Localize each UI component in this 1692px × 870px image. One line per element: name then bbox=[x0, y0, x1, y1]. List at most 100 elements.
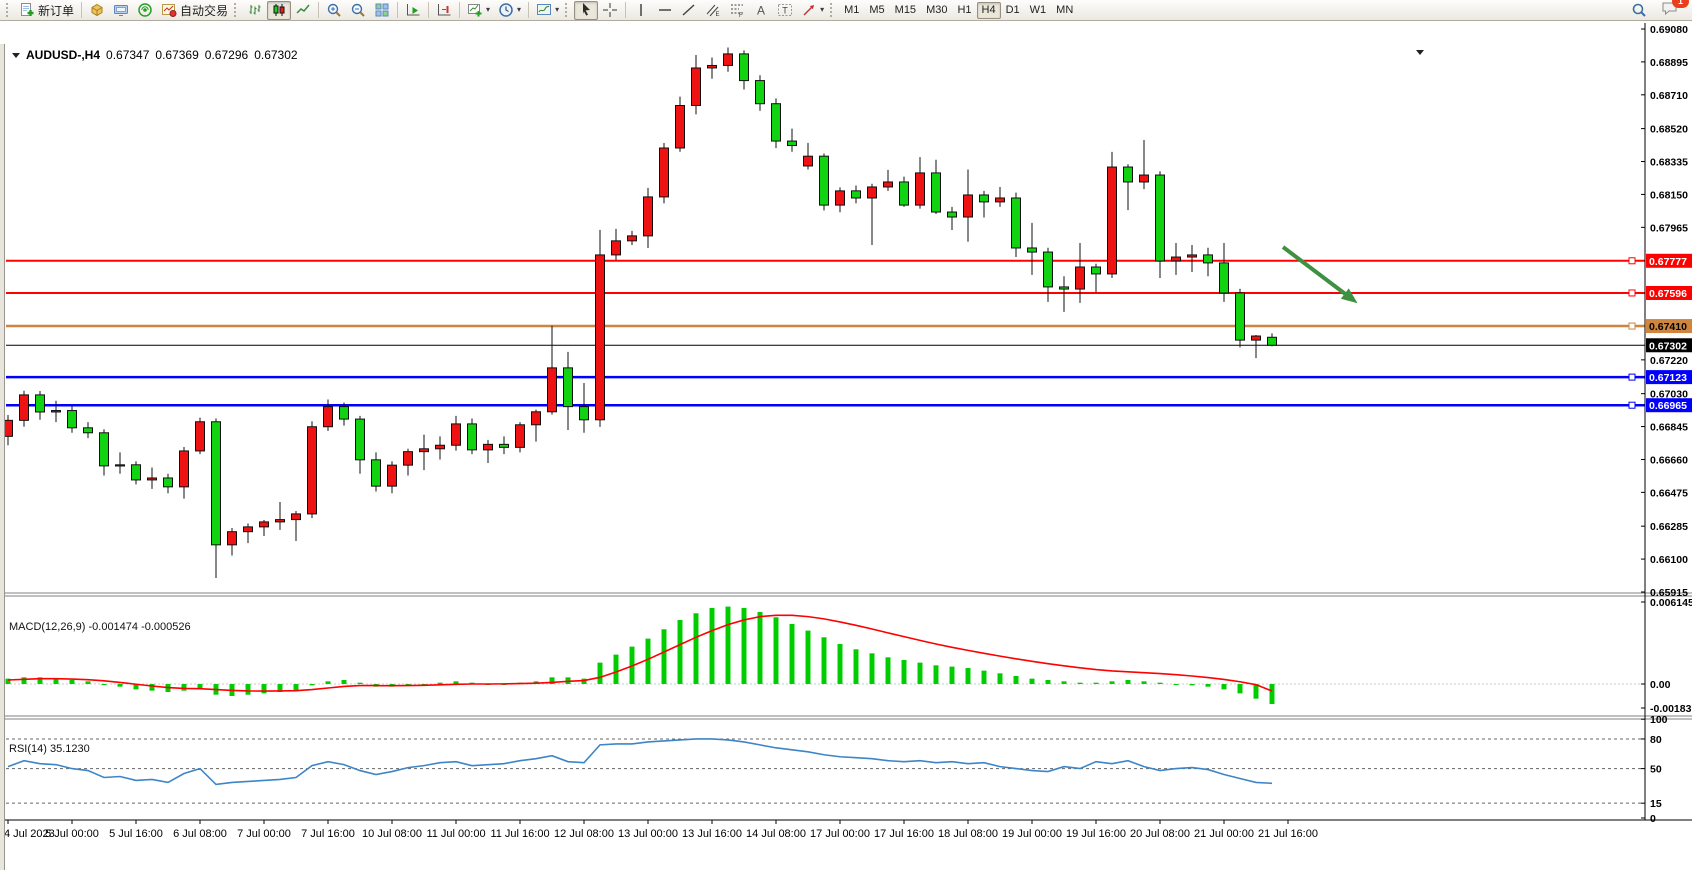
search-icon bbox=[1631, 2, 1647, 18]
new-order-label: 新订单 bbox=[38, 2, 74, 19]
candlestick-icon bbox=[271, 2, 287, 18]
macd-axis-label: -0.001837 bbox=[1650, 703, 1692, 715]
clock-icon bbox=[498, 2, 514, 18]
date-axis-label: 13 Jul 00:00 bbox=[618, 828, 678, 840]
timeframe-h4-button[interactable]: H4 bbox=[977, 2, 1001, 19]
date-axis-label: 11 Jul 16:00 bbox=[490, 828, 549, 840]
text-tool-button[interactable]: A bbox=[749, 1, 773, 20]
chart-symbol-period: AUDUSD-,H4 bbox=[26, 48, 100, 62]
auto-scroll-icon bbox=[405, 2, 421, 18]
macd-histogram-bar bbox=[1174, 684, 1179, 685]
toolbar-separator bbox=[528, 2, 529, 18]
chart-high-value: 0.67369 bbox=[155, 48, 198, 62]
zoom-in-button[interactable] bbox=[322, 1, 346, 20]
candle-body bbox=[436, 445, 445, 449]
macd-histogram-bar bbox=[982, 671, 987, 684]
line-handle-marker[interactable] bbox=[1629, 402, 1635, 408]
timeframe-m5-button[interactable]: M5 bbox=[864, 2, 889, 19]
macd-histogram-bar bbox=[918, 663, 923, 684]
macd-histogram-bar bbox=[934, 665, 939, 684]
candle-body bbox=[388, 465, 397, 486]
candle-body bbox=[84, 428, 93, 433]
trendline-tool-button[interactable] bbox=[677, 1, 701, 20]
notification-badge[interactable]: 1 bbox=[1672, 0, 1689, 8]
candlestick-mode-button[interactable] bbox=[267, 1, 291, 20]
svg-text:F: F bbox=[739, 13, 743, 18]
line-handle-marker[interactable] bbox=[1629, 323, 1635, 329]
metaeditor-button[interactable] bbox=[85, 1, 109, 20]
cursor-tool-button[interactable] bbox=[574, 1, 598, 20]
macd-main-value: -0.001474 bbox=[88, 621, 138, 633]
zoom-out-button[interactable] bbox=[346, 1, 370, 20]
candle-body bbox=[468, 424, 477, 450]
price-level-label: 0.67302 bbox=[1649, 340, 1687, 352]
candle-body bbox=[660, 148, 669, 197]
timeframe-d1-button[interactable]: D1 bbox=[1001, 2, 1025, 19]
tile-windows-icon bbox=[374, 2, 390, 18]
macd-histogram-bar bbox=[262, 684, 267, 693]
date-axis-label: 17 Jul 16:00 bbox=[874, 828, 934, 840]
candle-body bbox=[260, 522, 269, 527]
date-axis-label: 20 Jul 08:00 bbox=[1130, 828, 1190, 840]
chart-shift-button[interactable] bbox=[432, 1, 456, 20]
candle-body bbox=[516, 425, 525, 448]
line-handle-marker[interactable] bbox=[1629, 258, 1635, 264]
timeframe-w1-button[interactable]: W1 bbox=[1025, 2, 1052, 19]
date-axis-label: 7 Jul 00:00 bbox=[237, 828, 291, 840]
bar-chart-mode-button[interactable] bbox=[243, 1, 267, 20]
macd-histogram-bar bbox=[662, 629, 667, 684]
candle-body bbox=[868, 187, 877, 198]
line-handle-marker[interactable] bbox=[1629, 374, 1635, 380]
periods-button[interactable]: ▾ bbox=[494, 1, 525, 20]
macd-histogram-bar bbox=[1030, 679, 1035, 684]
chart-title-bar: AUDUSD-,H4 0.67347 0.67369 0.67296 0.673… bbox=[12, 48, 298, 62]
timeframe-m15-button[interactable]: M15 bbox=[890, 2, 921, 19]
toolbar-grip bbox=[565, 3, 570, 17]
candle-body bbox=[164, 478, 173, 487]
indicators-button[interactable]: ▾ bbox=[463, 1, 494, 20]
date-axis-label: 19 Jul 16:00 bbox=[1066, 828, 1126, 840]
new-order-button[interactable]: 新订单 bbox=[15, 1, 78, 20]
timeframe-m30-button[interactable]: M30 bbox=[921, 2, 952, 19]
templates-button[interactable]: ▾ bbox=[532, 1, 563, 20]
candle-body bbox=[836, 191, 845, 205]
date-axis-label: 7 Jul 16:00 bbox=[301, 828, 355, 840]
macd-histogram-bar bbox=[902, 660, 907, 684]
candle-body bbox=[932, 173, 941, 212]
fibonacci-tool-button[interactable]: F bbox=[725, 1, 749, 20]
timeframe-mn-button[interactable]: MN bbox=[1051, 2, 1078, 19]
tile-windows-button[interactable] bbox=[370, 1, 394, 20]
chart-menu-icon[interactable] bbox=[12, 53, 20, 58]
candle-body bbox=[212, 422, 221, 545]
equidistant-channel-tool-button[interactable]: E bbox=[701, 1, 725, 20]
line-chart-mode-button[interactable] bbox=[291, 1, 315, 20]
toolbar-separator bbox=[397, 2, 398, 18]
macd-histogram-bar bbox=[1238, 684, 1243, 693]
line-handle-marker[interactable] bbox=[1629, 290, 1635, 296]
macd-histogram-bar bbox=[614, 655, 619, 684]
terminal-button[interactable] bbox=[109, 1, 133, 20]
candle-body bbox=[196, 422, 205, 451]
auto-scroll-button[interactable] bbox=[401, 1, 425, 20]
macd-histogram-bar bbox=[1062, 681, 1067, 684]
crosshair-tool-button[interactable] bbox=[598, 1, 622, 20]
candle-body bbox=[820, 156, 829, 205]
text-label-tool-button[interactable]: T bbox=[773, 1, 797, 20]
svg-text:A: A bbox=[757, 4, 765, 18]
date-axis-label: 19 Jul 00:00 bbox=[1002, 828, 1062, 840]
macd-histogram-bar bbox=[150, 684, 155, 691]
chart-window-menu-icon[interactable] bbox=[1416, 50, 1424, 55]
timeframe-m1-button[interactable]: M1 bbox=[839, 2, 864, 19]
price-level-label: 0.66965 bbox=[1649, 400, 1687, 412]
arrows-tool-button[interactable]: ▾ bbox=[797, 1, 828, 20]
horizontal-line-tool-button[interactable] bbox=[653, 1, 677, 20]
timeframe-h1-button[interactable]: H1 bbox=[952, 2, 976, 19]
autotrading-button[interactable]: 自动交易 bbox=[157, 1, 232, 20]
news-button[interactable] bbox=[133, 1, 157, 20]
trend-arrow-annotation[interactable] bbox=[1283, 247, 1345, 294]
search-button[interactable] bbox=[1627, 1, 1651, 20]
candle-body bbox=[228, 532, 237, 545]
price-axis-tick-label: 0.68895 bbox=[1650, 57, 1688, 69]
candle-body bbox=[708, 65, 717, 67]
vertical-line-tool-button[interactable] bbox=[629, 1, 653, 20]
